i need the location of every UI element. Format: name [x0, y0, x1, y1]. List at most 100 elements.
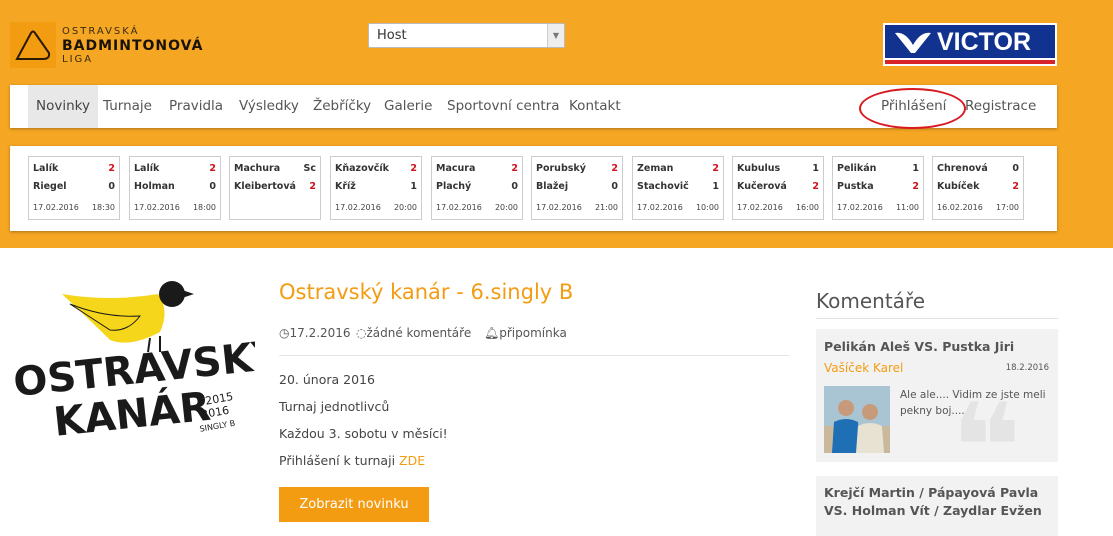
comment-match-line2: VS. Holman Vít / Zaydlar Evžen [824, 503, 1042, 518]
player1: Pelikán [837, 163, 877, 174]
comment-author[interactable]: Vašíček Karel [824, 361, 903, 375]
score1: 1 [912, 163, 919, 174]
score1: 2 [611, 163, 618, 174]
score-card[interactable]: Lalík 2 Holman 0 17.02.2016 18:00 [129, 156, 221, 220]
highlight-oval [859, 88, 966, 129]
comments-title: Komentáře [816, 289, 926, 313]
user-select-value: Host [377, 28, 407, 43]
comment-item[interactable]: Krejčí Martin / Pápayová Pavla VS. Holma… [816, 476, 1058, 536]
score-card[interactable]: Zeman 2 Stachovič 1 17.02.2016 10:00 [632, 156, 724, 220]
article-comments-link[interactable]: ◌žádné komentáře [356, 326, 471, 340]
player2: Riegel [33, 181, 67, 192]
score-card[interactable]: Lalík 2 Riegel 0 17.02.2016 18:30 [28, 156, 120, 220]
article-p4: Přihlášení k turnaji ZDE [279, 453, 425, 468]
comment-text: Ale ale.... Vidim ze jste meli pekny boj… [900, 389, 1046, 417]
score1: 2 [108, 163, 115, 174]
score1: Sc [303, 163, 316, 174]
score-card[interactable]: Kňazovčík 2 Kříž 1 17.02.2016 20:00 [330, 156, 422, 220]
match-time: 18:00 [192, 203, 216, 212]
header: OSTRAVSKÁ BADMINTONOVÁ LIGA Host ▼ VICTO… [0, 0, 1113, 248]
match-date: 16.02.2016 [937, 203, 983, 212]
comments-divider [816, 318, 1058, 319]
player2: Stachovič [637, 181, 689, 192]
victor-v-icon [895, 32, 931, 53]
score1: 0 [1012, 163, 1019, 174]
player1: Machura [234, 163, 281, 174]
user-select[interactable]: Host ▼ [368, 23, 565, 48]
score2: 1 [712, 181, 719, 192]
comment-date: 18.2.2016 [1005, 363, 1049, 373]
logo-line2: BADMINTONOVÁ [62, 38, 204, 54]
score-card[interactable]: Macura 2 Plachý 0 17.02.2016 20:00 [431, 156, 523, 220]
player1: Porubský [536, 163, 586, 174]
comment-match[interactable]: Pelikán Aleš VS. Pustka Jiri [824, 339, 1014, 354]
nav-item-galerie[interactable]: Galerie [384, 85, 432, 128]
nav-item-sportovni-centra[interactable]: Sportovní centra [447, 85, 560, 128]
match-time: 11:00 [895, 203, 919, 212]
sponsor-logo[interactable]: VICTOR [883, 23, 1057, 66]
clock-icon: ◷ [279, 326, 290, 340]
nav-item-turnaje[interactable]: Turnaje [103, 85, 152, 128]
player2: Blažej [536, 181, 569, 192]
nav-item-novinky[interactable]: Novinky [28, 85, 98, 128]
ostravsky-kanar-logo[interactable]: OSTRAVSKÝ KANÁR 2015 2016 SINGLY B [10, 280, 285, 446]
comment-icon: ◌ [356, 326, 367, 340]
player1: Kňazovčík [335, 163, 389, 174]
score-card[interactable]: Kubulus 1 Kučerová 2 17.02.2016 16:00 [732, 156, 824, 220]
comment-match-line1: Krejčí Martin / Pápayová Pavla [824, 485, 1039, 500]
match-date: 17.02.2016 [637, 203, 683, 212]
player2: Plachý [436, 181, 472, 192]
score1: 2 [209, 163, 216, 174]
article-p2: Turnaj jednotlivců [279, 399, 390, 414]
nav-item-vysledky[interactable]: Výsledky [239, 85, 299, 128]
player2: Kleibertová [234, 181, 296, 192]
match-date: 17.02.2016 [335, 203, 381, 212]
bell-icon: 🔔︎ [484, 326, 500, 340]
register-link[interactable]: Registrace [965, 85, 1036, 128]
player2: Holman [134, 181, 175, 192]
logo-line1: OSTRAVSKÁ [62, 26, 140, 37]
article-p1: 20. února 2016 [279, 372, 375, 387]
match-time: 17:00 [995, 203, 1019, 212]
show-news-button[interactable]: Zobrazit novinku [279, 487, 429, 522]
match-time: 20:00 [494, 203, 518, 212]
score-card[interactable]: Pelikán 1 Pustka 2 17.02.2016 11:00 [832, 156, 924, 220]
player1: Zeman [637, 163, 674, 174]
score2: 2 [1012, 181, 1019, 192]
nav-item-pravidla[interactable]: Pravidla [169, 85, 223, 128]
score2: 0 [108, 181, 115, 192]
match-time: 18:30 [91, 203, 115, 212]
article-p3: Každou 3. sobotu v měsíci! [279, 426, 448, 441]
score1: 2 [410, 163, 417, 174]
score2: 2 [912, 181, 919, 192]
match-date: 17.02.2016 [134, 203, 180, 212]
score-card[interactable]: Chrenová 0 Kubíček 2 16.02.2016 17:00 [932, 156, 1024, 220]
score1: 2 [712, 163, 719, 174]
site-logo[interactable]: OSTRAVSKÁ BADMINTONOVÁ LIGA [10, 22, 210, 68]
player1: Lalík [33, 163, 59, 174]
sponsor-name: VICTOR [937, 28, 1031, 56]
article-reminder-link[interactable]: 🔔︎připomínka [484, 326, 567, 340]
score-card[interactable]: Machura Sc Kleibertová 2 [229, 156, 321, 220]
signup-link[interactable]: ZDE [399, 453, 425, 468]
comment-item[interactable]: ❝ Pelikán Aleš VS. Pustka Jiri Vašíček K… [816, 329, 1058, 462]
match-time: 20:00 [393, 203, 417, 212]
score1: 1 [812, 163, 819, 174]
match-date: 17.02.2016 [436, 203, 482, 212]
comment-match[interactable]: Krejčí Martin / Pápayová Pavla VS. Holma… [824, 484, 1042, 520]
match-time: 16:00 [795, 203, 819, 212]
nav-item-kontakt[interactable]: Kontakt [569, 85, 621, 128]
article-title[interactable]: Ostravský kanár - 6.singly B [279, 280, 573, 304]
nav-item-zebricky[interactable]: Žebříčky [313, 85, 371, 128]
match-date: 17.02.2016 [536, 203, 582, 212]
article-divider [279, 355, 789, 356]
match-time: 10:00 [695, 203, 719, 212]
article-p4-text: Přihlášení k turnaji [279, 453, 396, 468]
match-date: 17.02.2016 [33, 203, 79, 212]
score2: 2 [812, 181, 819, 192]
logo-mark-icon [10, 22, 56, 68]
dropdown-arrow-icon[interactable]: ▼ [547, 24, 564, 47]
match-date: 17.02.2016 [737, 203, 783, 212]
player1: Kubulus [737, 163, 781, 174]
score-card[interactable]: Porubský 2 Blažej 0 17.02.2016 21:00 [531, 156, 623, 220]
